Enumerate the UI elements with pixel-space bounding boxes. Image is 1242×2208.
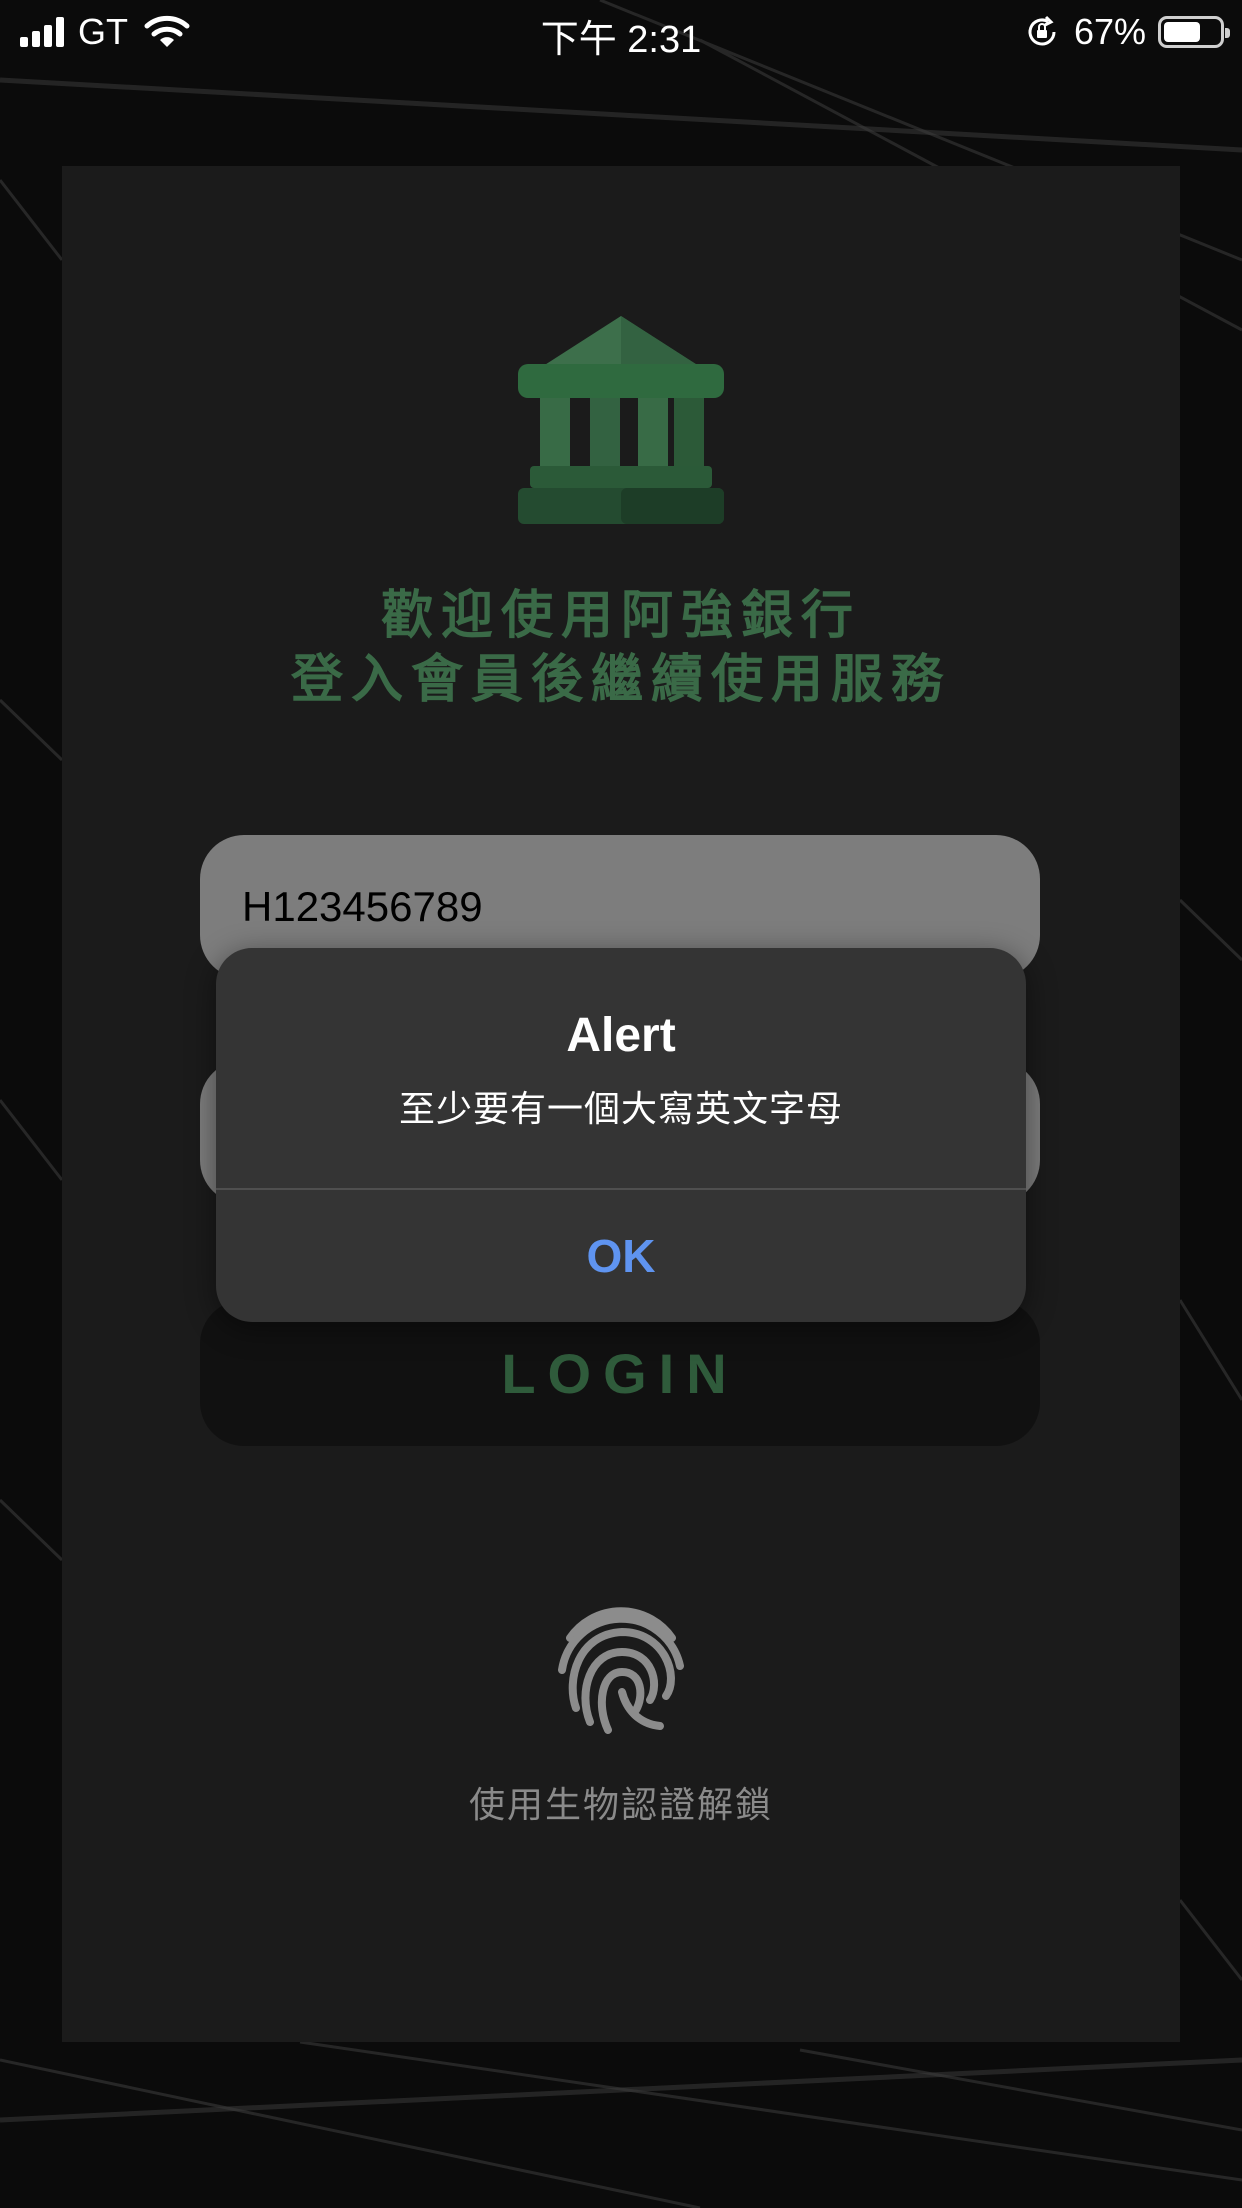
welcome-text: 歡迎使用阿強銀行 登入會員後繼續使用服務 — [0, 584, 1242, 712]
welcome-line-2: 登入會員後繼續使用服務 — [290, 650, 951, 710]
battery-tip — [1225, 28, 1230, 38]
bank-building-icon — [518, 316, 724, 524]
battery-icon — [1158, 16, 1230, 48]
biometric-label: 使用生物認證解鎖 — [468, 1785, 773, 1826]
welcome-line-1: 歡迎使用阿強銀行 — [380, 586, 861, 646]
alert-ok-button[interactable]: OK — [216, 1190, 1026, 1322]
screen: GT 下午 2:31 67% 歡迎使用阿強銀行 登入會員後繼續使用服務 H123… — [0, 0, 1242, 2208]
alert-dialog: Alert 至少要有一個大寫英文字母 OK — [216, 948, 1026, 1322]
status-right: 67% — [1024, 10, 1230, 54]
login-button-label: LOGIN — [501, 1341, 739, 1405]
alert-title: Alert — [566, 1009, 676, 1062]
alert-message: 至少要有一個大寫英文字母 — [398, 1089, 843, 1130]
id-input-value: H123456789 — [242, 883, 483, 930]
battery-fill — [1164, 22, 1201, 42]
rotation-lock-icon — [1028, 15, 1056, 46]
status-bar: GT 下午 2:31 67% — [0, 0, 1242, 64]
battery-percent: 67% — [1073, 11, 1146, 52]
fingerprint-icon[interactable] — [556, 1600, 686, 1736]
